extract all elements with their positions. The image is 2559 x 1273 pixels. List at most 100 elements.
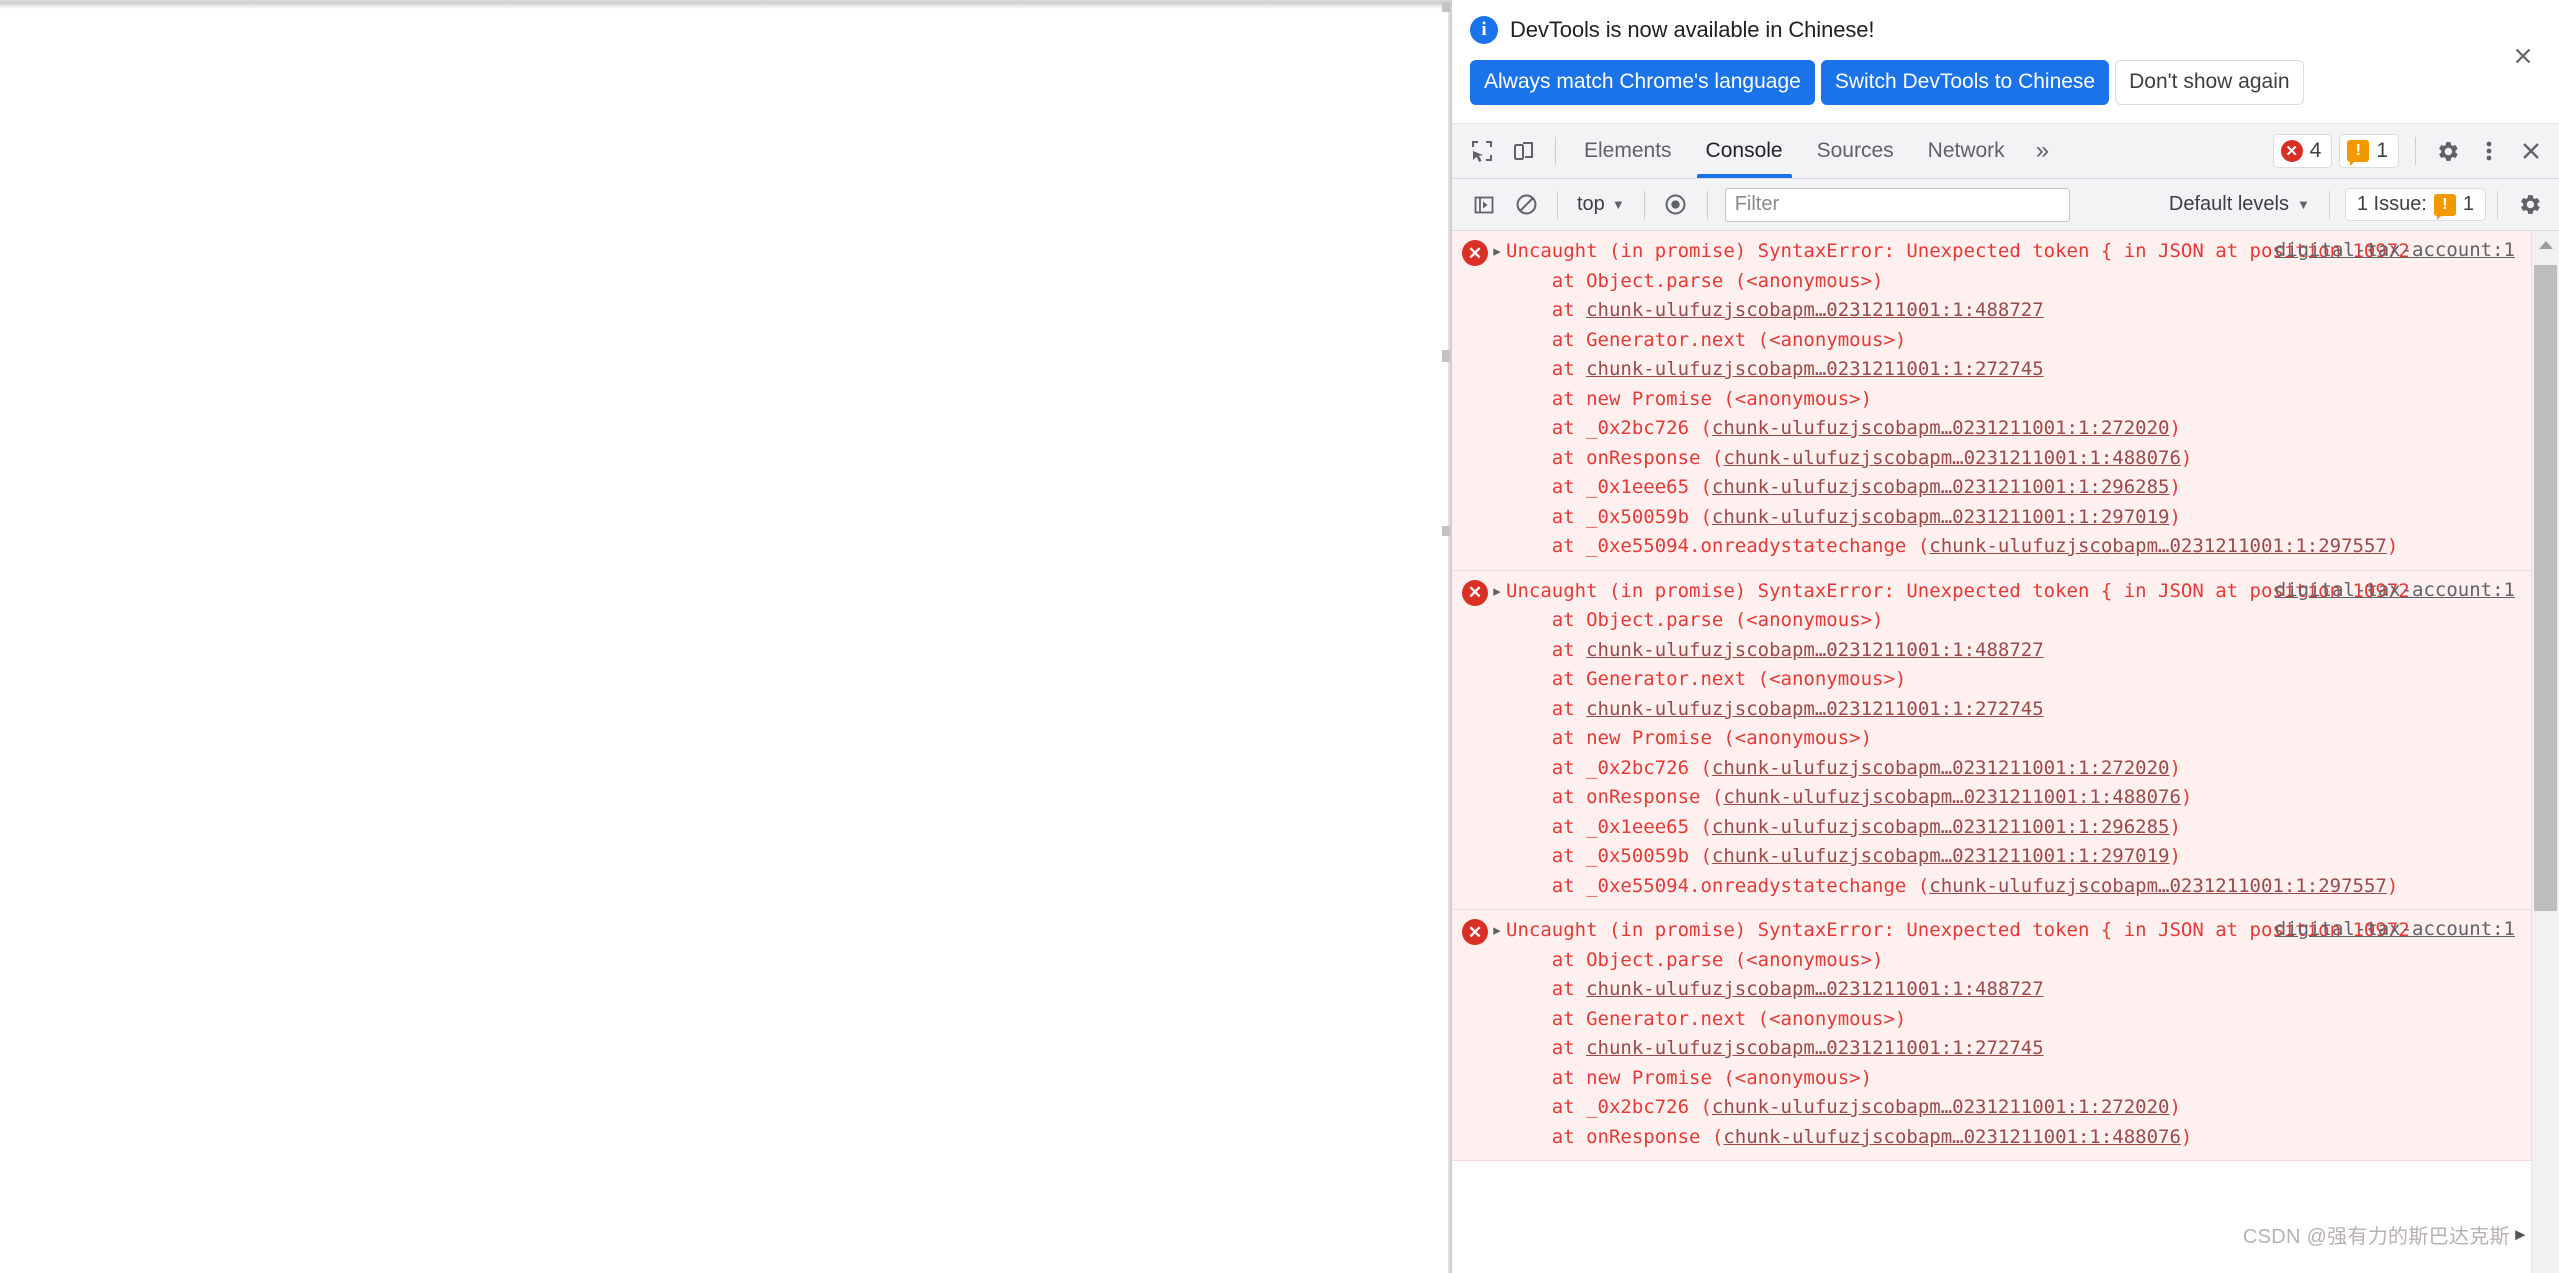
source-link[interactable]: chunk-ulufuzjscobapm…0231211001:1:488727 <box>1586 978 2044 1000</box>
console-settings-gear-icon[interactable] <box>2509 185 2549 225</box>
stack-frame-line: at _0x2bc726 (chunk-ulufuzjscobapm…02312… <box>1506 414 2523 444</box>
message-source-link[interactable]: digital-tax-account:1 <box>2275 579 2515 601</box>
source-link[interactable]: chunk-ulufuzjscobapm…0231211001:1:272020 <box>1712 1096 2170 1118</box>
tab-network[interactable]: Network <box>1911 124 2022 178</box>
stack-frame-line: at Object.parse (<anonymous>) <box>1506 946 2523 976</box>
web-page-content <box>0 0 1450 1273</box>
stack-frame-line: at _0xe55094.onreadystatechange (chunk-u… <box>1506 872 2523 902</box>
message-text-segment: ) <box>2169 845 2181 868</box>
clear-console-icon[interactable] <box>1506 185 1546 225</box>
console-error-message[interactable]: ✕ ▸ Uncaught (in promise) SyntaxError: Une… <box>1452 910 2531 1162</box>
source-link[interactable]: chunk-ulufuzjscobapm…0231211001:1:296285 <box>1712 816 2170 838</box>
switch-devtools-language-button[interactable]: Switch DevTools to Chinese <box>1820 60 2110 106</box>
console-filter-input[interactable] <box>1724 187 2070 222</box>
message-text-segment: at onResponse ( <box>1506 446 1724 469</box>
source-link[interactable]: chunk-ulufuzjscobapm…0231211001:1:297557 <box>1929 535 2387 557</box>
source-link[interactable]: chunk-ulufuzjscobapm…0231211001:1:272020 <box>1712 417 2170 439</box>
tab-console[interactable]: Console <box>1689 124 1800 179</box>
tab-elements[interactable]: Elements <box>1567 124 1689 178</box>
stack-frame-line: at new Promise (<anonymous>) <box>1506 724 2523 754</box>
source-link[interactable]: chunk-ulufuzjscobapm…0231211001:1:296285 <box>1712 476 2170 498</box>
message-text-segment: at Object.parse (<anonymous>) <box>1506 948 1884 971</box>
execution-context-selector[interactable]: top ▼ <box>1569 189 1633 220</box>
stack-frame-line: at Object.parse (<anonymous>) <box>1506 267 2523 297</box>
log-levels-label: Default levels <box>2168 193 2289 216</box>
device-toolbar-icon[interactable] <box>1504 131 1544 171</box>
console-sidebar-icon[interactable] <box>1464 185 1504 225</box>
message-text-segment: at onResponse ( <box>1506 1125 1724 1148</box>
error-icon: ✕ <box>1462 579 1488 606</box>
dont-show-again-button[interactable]: Don't show again <box>2115 60 2304 106</box>
source-link[interactable]: chunk-ulufuzjscobapm…0231211001:1:488076 <box>1723 786 2181 808</box>
message-text-segment: at _0x50059b ( <box>1506 505 1712 528</box>
message-source-link[interactable]: digital-tax-account:1 <box>2275 239 2515 261</box>
source-link[interactable]: chunk-ulufuzjscobapm…0231211001:1:488076 <box>1723 1126 2181 1148</box>
source-link[interactable]: chunk-ulufuzjscobapm…0231211001:1:297019 <box>1712 506 2170 528</box>
scrollbar-thumb[interactable] <box>2534 265 2557 912</box>
message-text-segment: at Generator.next (<anonymous>) <box>1506 668 1907 691</box>
error-count: 4 <box>2309 139 2322 163</box>
filterbar-divider-1 <box>1557 190 1558 219</box>
scrollbar-up-arrow-icon[interactable] <box>2532 231 2559 260</box>
page-scrollbar-tick-low[interactable] <box>1442 526 1450 536</box>
kebab-menu-icon[interactable] <box>2469 131 2509 171</box>
source-link[interactable]: chunk-ulufuzjscobapm…0231211001:1:272745 <box>1586 1037 2044 1059</box>
warning-count-badge[interactable]: ! 1 <box>2339 134 2399 169</box>
message-text-segment: at Object.parse (<anonymous>) <box>1506 269 1884 292</box>
source-link[interactable]: chunk-ulufuzjscobapm…0231211001:1:297557 <box>1929 875 2387 897</box>
console-message-text: Uncaught (in promise) SyntaxError: Unexp… <box>1506 237 2531 562</box>
tabbar-divider-right <box>2415 137 2416 166</box>
source-link[interactable]: chunk-ulufuzjscobapm…0231211001:1:488727 <box>1586 639 2044 661</box>
live-expression-icon[interactable] <box>1656 185 1696 225</box>
stack-frame-line: at chunk-ulufuzjscobapm…0231211001:1:488… <box>1506 636 2523 666</box>
tab-sources[interactable]: Sources <box>1800 124 1911 178</box>
console-message-list[interactable]: ✕ ▸ Uncaught (in promise) SyntaxError: Une… <box>1452 231 2531 1273</box>
stack-frame-line: at _0xe55094.onreadystatechange (chunk-u… <box>1506 532 2523 562</box>
expand-message-icon[interactable]: ▸ <box>1488 242 1506 260</box>
page-scrollbar-tick-top[interactable] <box>1442 2 1450 12</box>
source-link[interactable]: chunk-ulufuzjscobapm…0231211001:1:272745 <box>1586 358 2044 380</box>
message-text-segment: ) <box>2386 874 2399 897</box>
source-link[interactable]: chunk-ulufuzjscobapm…0231211001:1:272020 <box>1712 757 2170 779</box>
message-text-segment: ) <box>2169 756 2181 779</box>
stack-frame-line: at chunk-ulufuzjscobapm…0231211001:1:488… <box>1506 296 2523 326</box>
expand-message-icon[interactable]: ▸ <box>1488 582 1506 600</box>
source-link[interactable]: chunk-ulufuzjscobapm…0231211001:1:297019 <box>1712 845 2170 867</box>
info-icon: i <box>1470 16 1498 44</box>
more-tabs-icon[interactable]: » <box>2022 124 2063 178</box>
message-text-segment: at _0x1eee65 ( <box>1506 476 1712 499</box>
message-text-segment: ) <box>2180 446 2193 469</box>
source-link[interactable]: chunk-ulufuzjscobapm…0231211001:1:272745 <box>1586 698 2044 720</box>
stack-frame-line: at Object.parse (<anonymous>) <box>1506 606 2523 636</box>
stack-frame-line: at chunk-ulufuzjscobapm…0231211001:1:272… <box>1506 1034 2523 1064</box>
always-match-language-button[interactable]: Always match Chrome's language <box>1470 60 1815 106</box>
console-message-row: ✕ ▸ Uncaught (in promise) SyntaxError: Une… <box>1452 916 2531 1152</box>
log-levels-dropdown[interactable]: Default levels ▼ <box>2161 189 2318 220</box>
stack-frame-line: at _0x50059b (chunk-ulufuzjscobapm…02312… <box>1506 503 2523 533</box>
banner-close-icon[interactable] <box>2509 42 2537 70</box>
console-error-message[interactable]: ✕ ▸ Uncaught (in promise) SyntaxError: Une… <box>1452 570 2531 911</box>
error-icon: ✕ <box>2280 140 2303 163</box>
source-link[interactable]: chunk-ulufuzjscobapm…0231211001:1:488076 <box>1723 447 2181 469</box>
stack-frame-line: at _0x50059b (chunk-ulufuzjscobapm…02312… <box>1506 842 2523 872</box>
inspect-element-icon[interactable] <box>1462 131 1502 171</box>
message-text-segment: at <box>1506 358 1587 381</box>
error-icon: ✕ <box>1462 240 1488 267</box>
stack-frame-line: at Generator.next (<anonymous>) <box>1506 326 2523 356</box>
issues-button[interactable]: 1 Issue: ! 1 <box>2344 188 2486 222</box>
error-count-badge[interactable]: ✕ 4 <box>2272 134 2333 169</box>
close-icon[interactable] <box>2511 131 2551 171</box>
console-error-message[interactable]: ✕ ▸ Uncaught (in promise) SyntaxError: Une… <box>1452 231 2531 571</box>
tabbar-divider <box>1555 137 1556 166</box>
expand-message-icon[interactable]: ▸ <box>1488 921 1506 939</box>
page-scrollbar-tick-mid[interactable] <box>1442 350 1450 362</box>
gear-icon[interactable] <box>2427 131 2467 171</box>
language-banner: i DevTools is now available in Chinese! … <box>1452 0 2559 125</box>
message-source-link[interactable]: digital-tax-account:1 <box>2275 918 2515 940</box>
console-area: ✕ ▸ Uncaught (in promise) SyntaxError: Une… <box>1452 231 2559 1273</box>
message-text-segment: at <box>1506 978 1587 1001</box>
source-link[interactable]: chunk-ulufuzjscobapm…0231211001:1:488727 <box>1586 299 2044 321</box>
filterbar-divider-4 <box>2328 190 2330 219</box>
message-text-segment: at new Promise (<anonymous>) <box>1506 1066 1873 1089</box>
console-scrollbar[interactable] <box>2531 231 2559 1273</box>
